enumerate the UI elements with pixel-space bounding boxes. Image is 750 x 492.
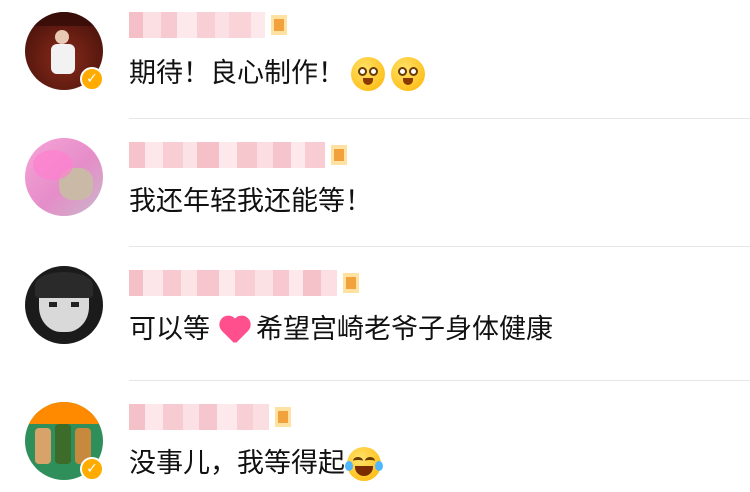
verified-badge-icon: ✓ (80, 67, 104, 91)
avatar[interactable]: ✓ (25, 402, 104, 481)
avatar[interactable] (25, 138, 103, 216)
comment-text: 期待！良心制作！ (129, 56, 425, 92)
comment-item: ✓ 期待！良心制作！ (0, 0, 750, 118)
amazed-face-emoji-icon (351, 57, 385, 91)
comment-item: ✓ 没事儿，我等得起 (0, 380, 750, 492)
member-badge-icon (327, 143, 351, 167)
username-blurred[interactable] (129, 270, 363, 296)
username-blurred[interactable] (129, 142, 351, 168)
comment-item: 可以等 希望宫崎老爷子身体健康 (0, 246, 750, 380)
amazed-face-emoji-icon (391, 57, 425, 91)
member-badge-icon (339, 271, 363, 295)
avatar[interactable]: ✓ (25, 12, 104, 91)
laughing-tears-emoji-icon (345, 447, 383, 481)
comment-text: 我还年轻我还能等！ (129, 186, 372, 217)
comment-list: ✓ 期待！良心制作！ 我还年轻我还能等！ 可以等 希望宫崎老爷子身体健康 ✓ 没… (0, 0, 750, 492)
member-badge-icon (271, 405, 295, 429)
comment-item: 我还年轻我还能等！ (0, 118, 750, 246)
comment-text: 可以等 希望宫崎老爷子身体健康 (129, 314, 553, 345)
member-badge-icon (267, 13, 291, 37)
comment-text: 没事儿，我等得起 (129, 446, 383, 482)
avatar[interactable] (25, 266, 103, 344)
heart-emoji-icon (218, 315, 252, 345)
username-blurred[interactable] (129, 12, 291, 38)
verified-badge-icon: ✓ (80, 457, 104, 481)
username-blurred[interactable] (129, 404, 295, 430)
